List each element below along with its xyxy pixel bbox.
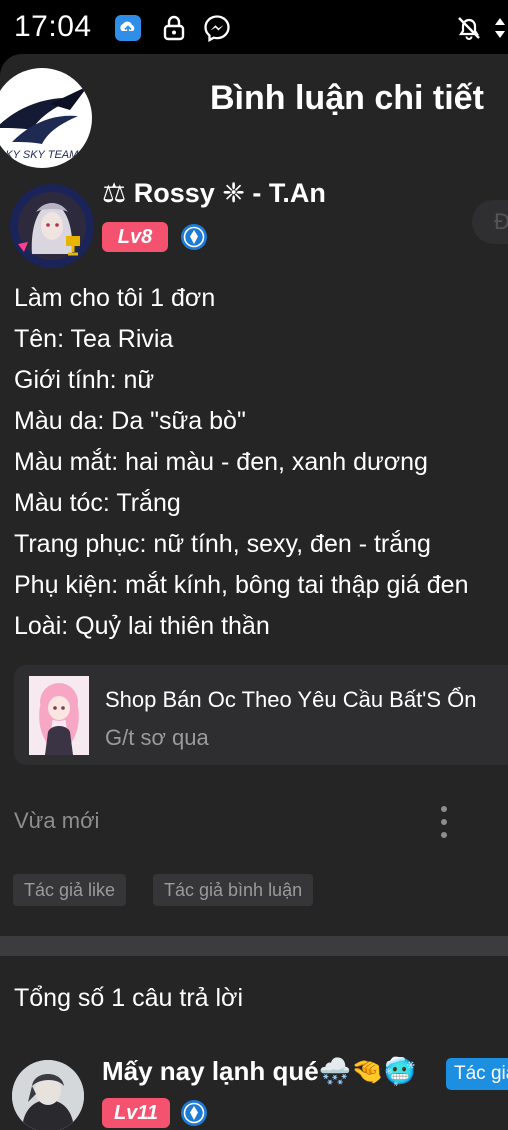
comment-author-name[interactable]: ⚖ Rossy ❈ - T.An [102,178,326,209]
notifications-off-icon [458,17,480,40]
messenger-icon [204,15,230,42]
section-divider [0,936,508,956]
follow-button[interactable]: Đ [472,200,508,244]
linked-post-thumbnail [29,676,89,755]
reply-author-name[interactable]: Mấy nay lạnh qué🌨️🤏🥶 [102,1056,416,1087]
linked-post-title: Shop Bán Oc Theo Yêu Cầu Bất'S Ổn [105,687,477,712]
reply-level-badge: Lv11 [102,1098,170,1128]
team-logo-avatar[interactable]: SKY SKY TEAM [0,68,92,168]
comment-line: Phụ kiện: mắt kính, bông tai thập giá đe… [14,571,469,599]
author-commented-tag: Tác giả bình luận [153,874,314,906]
comment-line: Màu mắt: hai màu - đen, xanh dương [14,448,428,476]
status-time: 17:04 [14,10,92,43]
author-badge: Tác giả [446,1058,508,1090]
reply-avatar-image [12,1060,84,1130]
comment-body: Làm cho tôi 1 đơn Tên: Tea Rivia Giới tí… [14,278,508,647]
comment-line: Giới tính: nữ [14,366,155,394]
lock-icon [163,15,185,41]
comment-line: Tên: Tea Rivia [14,325,174,353]
cloud-app-icon [115,15,141,41]
signal-icon [495,18,505,38]
comment-author-avatar[interactable] [10,184,94,268]
comment-detail-sheet: SKY SKY TEAM Bình luận chi tiết ⚖ Rossy … [0,54,508,1130]
page-title: Bình luận chi tiết [210,79,484,117]
comment-line: Làm cho tôi 1 đơn [14,284,216,312]
avatar-image [10,184,94,268]
comment-line: Màu tóc: Trắng [14,489,181,517]
author-liked-tag: Tác giả like [13,874,127,906]
comment-line: Loài: Quỷ lai thiên thần [14,612,270,640]
comment-line: Màu da: Da "sữa bò" [14,407,246,435]
logo-text: SKY SKY TEAM [0,149,79,161]
comment-line: Trang phục: nữ tính, sexy, đen - trắng [14,530,431,558]
linked-post-subtitle: G/t sơ qua [105,725,209,750]
verified-icon [181,224,207,250]
replies-count: Tổng số 1 câu trả lời [14,984,244,1012]
linked-post-card[interactable]: Shop Bán Oc Theo Yêu Cầu Bất'S Ổn G/t sơ… [14,665,508,765]
comment-timestamp: Vừa mới [14,808,100,833]
reply-author-avatar[interactable] [12,1060,84,1130]
wings-logo-icon: SKY SKY TEAM [0,86,88,161]
status-bar: 17:04 [0,0,508,54]
level-badge: Lv8 [102,222,168,252]
anime-girl-thumbnail [29,676,89,755]
more-options-icon[interactable] [432,802,456,842]
reply-verified-icon [181,1100,207,1126]
